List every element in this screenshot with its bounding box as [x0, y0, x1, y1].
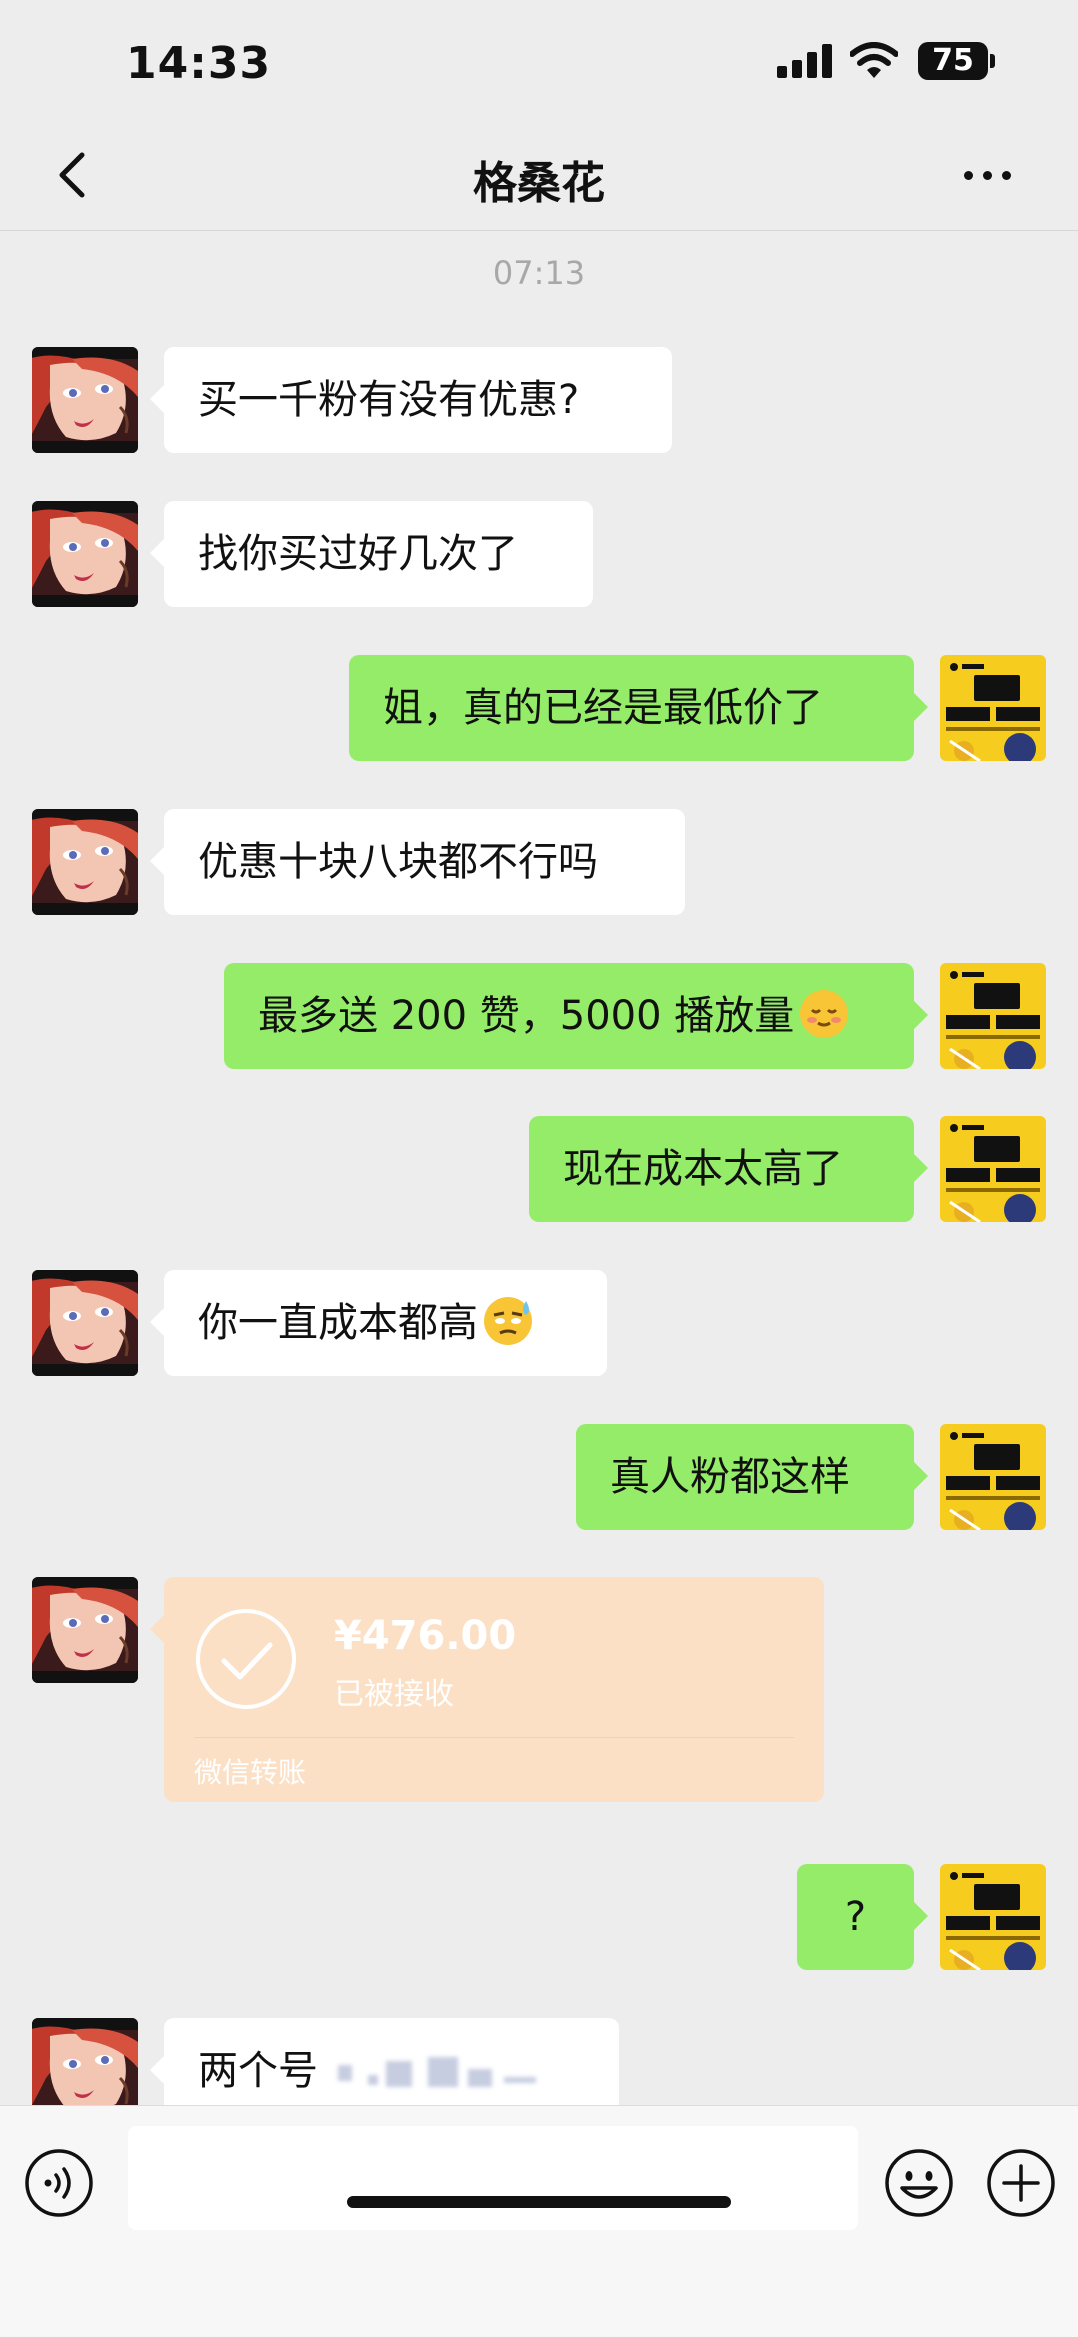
buyer-avatar[interactable] — [32, 501, 138, 607]
message-text: 你一直成本都高 — [198, 1300, 478, 1346]
transfer-amount: ¥476.00 — [334, 1613, 517, 1659]
seller-avatar[interactable] — [940, 1864, 1046, 1970]
incoming-message[interactable]: 你一直成本都高 — [150, 1270, 607, 1376]
message-text: 最多送 200 赞，5000 播放量 — [258, 993, 795, 1039]
status-time: 14:33 — [126, 38, 272, 89]
nav-bar: 格桑花 — [0, 125, 1078, 231]
home-indicator — [347, 2196, 731, 2208]
outgoing-message[interactable]: ? — [797, 1864, 928, 1970]
seller-avatar[interactable] — [940, 1424, 1046, 1530]
battery-nub — [990, 54, 995, 68]
buyer-avatar[interactable] — [32, 1270, 138, 1376]
transfer-card[interactable]: ¥476.00 已被接收 微信转账 — [150, 1577, 824, 1802]
emoji-icon[interactable] — [884, 2148, 954, 2218]
outgoing-message[interactable]: 最多送 200 赞，5000 播放量 — [224, 963, 928, 1069]
transfer-footer: 微信转账 — [194, 1756, 307, 1789]
plus-icon[interactable] — [986, 2148, 1056, 2218]
battery-icon: 75 — [918, 42, 988, 80]
seller-avatar[interactable] — [940, 963, 1046, 1069]
incoming-message[interactable]: 买一千粉有没有优惠? — [150, 347, 672, 453]
incoming-message[interactable]: 找你买过好几次了 — [150, 501, 593, 607]
relieved-face-emoji-icon — [800, 990, 849, 1038]
seller-avatar[interactable] — [940, 655, 1046, 761]
more-options-icon[interactable] — [958, 155, 1018, 195]
check-circle-icon — [196, 1609, 296, 1709]
buyer-avatar[interactable] — [32, 347, 138, 453]
sweat-smile-emoji-icon — [484, 1297, 532, 1345]
transfer-status: 已被接收 — [334, 1677, 454, 1712]
seller-avatar[interactable] — [940, 1116, 1046, 1222]
outgoing-message[interactable]: 姐，真的已经是最低价了 — [349, 655, 928, 761]
message-input[interactable] — [128, 2126, 858, 2230]
input-bar — [0, 2105, 1078, 2337]
transfer-divider — [194, 1737, 794, 1738]
buyer-avatar[interactable] — [32, 1577, 138, 1683]
signal-icon — [777, 44, 833, 78]
buyer-avatar[interactable] — [32, 809, 138, 915]
chat-title: 格桑花 — [473, 158, 605, 209]
outgoing-message[interactable]: 现在成本太高了 — [529, 1116, 928, 1222]
chat-timestamp: 07:13 — [492, 254, 586, 292]
incoming-message[interactable]: 优惠十块八块都不行吗 — [150, 809, 685, 915]
outgoing-message[interactable]: 真人粉都这样 — [576, 1424, 928, 1530]
redacted-text — [318, 2051, 548, 2091]
wifi-icon — [850, 42, 898, 78]
status-bar: 14:33 75 — [0, 0, 1078, 125]
voice-input-icon[interactable] — [24, 2148, 94, 2218]
message-text: 两个号 — [198, 2048, 318, 2094]
